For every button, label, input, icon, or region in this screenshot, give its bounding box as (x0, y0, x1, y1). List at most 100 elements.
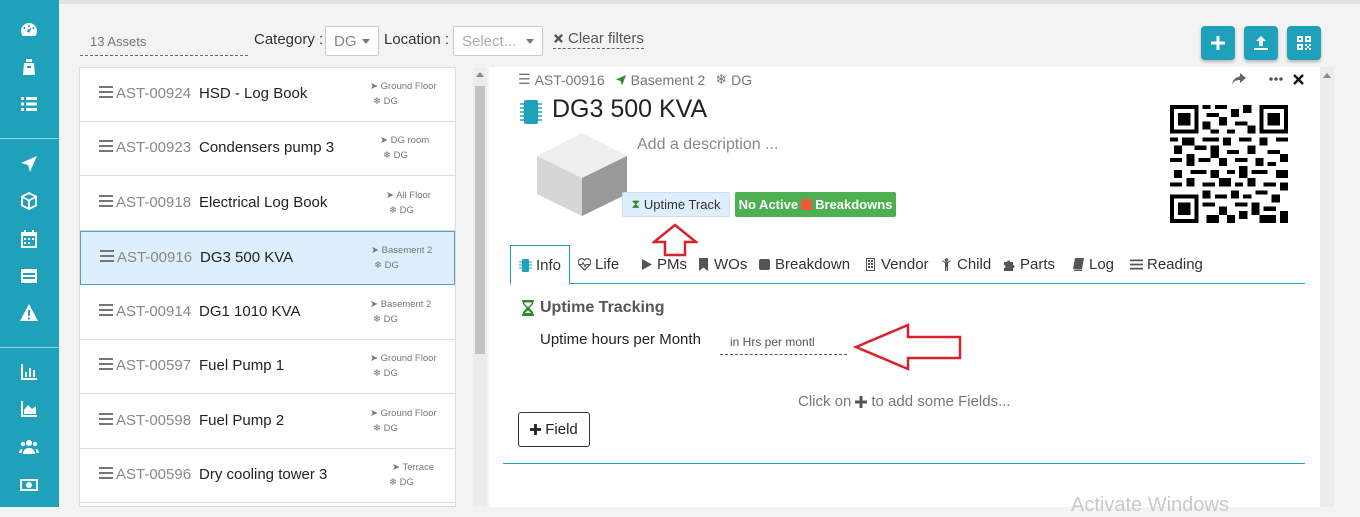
tab-vendor[interactable]: Vendor (856, 245, 937, 284)
asset-image-placeholder[interactable] (535, 128, 630, 218)
clear-filters-link[interactable]: Clear filters (553, 30, 644, 49)
tab-parts[interactable]: Parts (995, 245, 1063, 284)
qrcode-icon (1297, 36, 1311, 50)
clear-filters-label: Clear filters (568, 30, 644, 47)
money-icon[interactable] (16, 474, 42, 496)
section-title-label: Uptime Tracking (540, 299, 665, 316)
asset-row[interactable]: AST-00597 Fuel Pump 1 ➤ Ground Floor ❄ D… (80, 340, 455, 394)
section-title: Uptime Tracking (521, 299, 664, 317)
scroll-up-arrow-icon[interactable] (1323, 73, 1331, 78)
asset-name: Dry cooling tower 3 (199, 466, 328, 483)
tab-wos[interactable]: WOs (689, 245, 755, 284)
upload-button[interactable] (1244, 26, 1278, 60)
tab-child[interactable]: Child (932, 245, 999, 284)
asset-category: ❄ DG (389, 477, 414, 488)
asset-code: AST-00923 (116, 139, 192, 156)
table-icon[interactable] (16, 265, 42, 287)
uptime-hours-input[interactable] (720, 329, 847, 355)
asset-code: AST-00597 (116, 357, 192, 374)
hint-suffix: to add some Fields... (871, 393, 1011, 410)
heartbeat-icon (578, 258, 591, 271)
add-fields-hint: Click on to add some Fields... (798, 393, 1011, 410)
tab-label: Breakdown (775, 256, 851, 273)
tab-label: Vendor (881, 256, 929, 273)
play-icon (642, 259, 652, 270)
asset-name: DG3 500 KVA (200, 249, 294, 266)
annotation-arrow-left (853, 323, 962, 371)
asset-row[interactable]: AST-00923 Condensers pump 3 ➤ DG room ❄ … (80, 122, 455, 176)
asset-location: ➤ DG room (380, 135, 430, 146)
warning-icon[interactable] (16, 302, 42, 324)
tab-label: Child (957, 256, 992, 273)
asset-row[interactable]: AST-00918 Electrical Log Book ➤ All Floo… (80, 177, 455, 231)
tab-log[interactable]: Log (1064, 245, 1122, 284)
bookmark-icon (699, 258, 708, 271)
detail-scrollbar[interactable] (1320, 67, 1334, 507)
left-sidebar (0, 0, 59, 507)
asset-row[interactable]: AST-00914 DG1 1010 KVA ➤ Basement 2 ❄ DG (80, 286, 455, 340)
tab-breakdown[interactable]: Breakdown (750, 245, 858, 284)
location-arrow-icon[interactable] (16, 153, 42, 175)
asset-row-selected[interactable]: AST-00916 DG3 500 KVA ➤ Basement 2 ❄ DG (80, 231, 455, 285)
asset-code: AST-00918 (116, 194, 192, 211)
asset-list-scroll-thumb[interactable] (475, 86, 485, 354)
asset-row[interactable]: AST-00596 Dry cooling tower 3 ➤ Terrace … (80, 449, 455, 503)
dashboard-icon[interactable] (16, 19, 42, 41)
breakdown-prefix: No Active (738, 197, 799, 212)
breakdown-status-badge[interactable]: No Active Breakdowns (735, 192, 896, 217)
asset-location: ➤ Ground Floor (370, 353, 437, 364)
asset-qr-code[interactable] (1170, 105, 1288, 223)
tab-label: Log (1089, 256, 1115, 273)
stop-icon (801, 199, 813, 210)
calendar-icon[interactable] (16, 228, 42, 250)
asset-name: Electrical Log Book (199, 194, 328, 211)
asset-row[interactable]: AST-00924 HSD - Log Book ➤ Ground Floor … (80, 68, 455, 122)
share-icon[interactable] (1231, 72, 1247, 86)
breadcrumb-category[interactable]: DG (731, 72, 752, 88)
drag-handle-icon (99, 86, 113, 98)
uptime-track-badge[interactable]: ⧗ Uptime Track (622, 192, 730, 217)
asset-code: AST-00914 (116, 303, 192, 320)
asset-name: Fuel Pump 2 (199, 412, 285, 429)
list-icon[interactable] (16, 93, 42, 115)
area-chart-icon[interactable] (16, 398, 42, 420)
asset-name: DG1 1010 KVA (199, 303, 301, 320)
breakdown-word: Breakdowns (815, 197, 893, 212)
asset-location: ➤ Basement 2 (371, 245, 433, 256)
bar-chart-icon[interactable] (16, 361, 42, 383)
book-icon (1073, 258, 1084, 271)
cube-icon[interactable] (16, 190, 42, 212)
add-field-button[interactable]: Field (518, 412, 590, 447)
close-icon[interactable] (1293, 74, 1304, 85)
add-asset-button[interactable] (1201, 26, 1235, 60)
location-arrow-icon (615, 74, 626, 85)
drag-handle-icon (99, 195, 113, 207)
qrcode-button[interactable] (1287, 26, 1321, 60)
breadcrumb-location[interactable]: Basement 2 (631, 72, 706, 88)
asset-code: AST-00924 (116, 85, 192, 102)
asset-location: ➤ Terrace (392, 462, 435, 473)
assets-icon[interactable] (16, 56, 42, 78)
scroll-up-arrow-icon[interactable] (476, 72, 484, 77)
add-field-label: Field (545, 421, 578, 438)
tab-reading[interactable]: Reading (1122, 245, 1211, 284)
reading-list-icon (1130, 259, 1143, 270)
child-icon (942, 258, 951, 271)
asset-tabs: Info Life PMs WOs Breakdown Vendor Child… (510, 245, 1305, 285)
asset-category: ❄ DG (373, 423, 398, 434)
asset-title[interactable]: DG3 500 KVA (552, 95, 707, 124)
category-select[interactable]: DG (325, 26, 379, 56)
description-field[interactable]: Add a description ... (637, 136, 778, 154)
asset-location: ➤ Basement 2 (370, 299, 432, 310)
location-select[interactable]: Select... (453, 26, 543, 56)
building-icon (866, 258, 875, 271)
more-options-icon[interactable] (1269, 76, 1283, 82)
tab-label: WOs (714, 256, 748, 273)
tab-life[interactable]: Life (570, 245, 627, 284)
tab-info[interactable]: Info (510, 245, 571, 285)
breadcrumb-code: AST-00916 (534, 71, 605, 88)
users-icon[interactable] (16, 436, 42, 458)
asset-row[interactable]: AST-00598 Fuel Pump 2 ➤ Ground Floor ❄ D… (80, 395, 455, 449)
tab-label: Life (595, 256, 620, 273)
drag-handle-icon (100, 250, 114, 262)
